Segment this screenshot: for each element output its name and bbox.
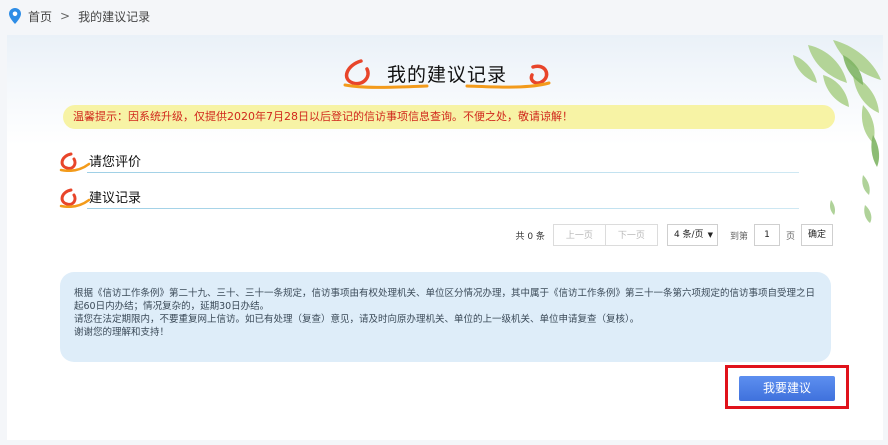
main-panel: 我的建议记录 温馨提示：因系统升级，仅提供2020年7月28日以后登记的信访事项… (7, 35, 883, 440)
goto-label: 到第 (729, 231, 748, 242)
breadcrumb: 首页 > 我的建议记录 (8, 6, 150, 26)
breadcrumb-current: 我的建议记录 (78, 9, 151, 24)
goto-confirm-button[interactable]: 确定 (800, 224, 833, 246)
suggest-highlight: 我要建议 (725, 365, 849, 409)
swirl-icon (59, 188, 91, 208)
info-line: 根据《信访工作条例》第二十九、三十、三十一条规定，信访事项由有权处理机关、单位区… (74, 288, 816, 312)
goto-suffix: 页 (785, 231, 795, 242)
pagination: 共 0 条 上一页 下一页 4 条/页 ▼ 到第 页 确定 (515, 223, 833, 247)
section-label: 建议记录 (89, 191, 142, 206)
section-records: 建议记录 (57, 186, 799, 209)
page-size-value: 4 条/页 (673, 230, 704, 240)
page-title-block: 我的建议记录 (337, 53, 557, 93)
next-page-button[interactable]: 下一页 (604, 224, 658, 246)
section-rate: 请您评价 (57, 150, 799, 173)
location-pin-icon (9, 8, 21, 24)
section-divider (87, 208, 799, 209)
suggest-button[interactable]: 我要建议 (739, 376, 835, 401)
notice-banner: 温馨提示：因系统升级，仅提供2020年7月28日以后登记的信访事项信息查询。不便… (63, 105, 835, 129)
info-line: 谢谢您的理解和支持！ (74, 327, 170, 338)
info-line: 请您在法定期限内，不要重复网上信访。如已有处理（复查）意见，请及时向原办理机关、… (74, 314, 640, 325)
prev-page-button[interactable]: 上一页 (552, 224, 606, 246)
breadcrumb-separator: > (60, 9, 71, 23)
info-box: 根据《信访工作条例》第二十九、三十、三十一条规定，信访事项由有权处理机关、单位区… (60, 272, 831, 362)
section-label: 请您评价 (89, 155, 142, 170)
total-count: 共 0 条 (515, 231, 545, 242)
section-divider (87, 172, 799, 173)
breadcrumb-home-link[interactable]: 首页 (28, 8, 52, 25)
triangle-down-icon: ▼ (707, 231, 713, 239)
page-size-select[interactable]: 4 条/页 ▼ (666, 224, 718, 246)
goto-page-input[interactable] (753, 224, 780, 246)
page-title: 我的建议记录 (386, 64, 507, 86)
swirl-icon (59, 152, 91, 172)
